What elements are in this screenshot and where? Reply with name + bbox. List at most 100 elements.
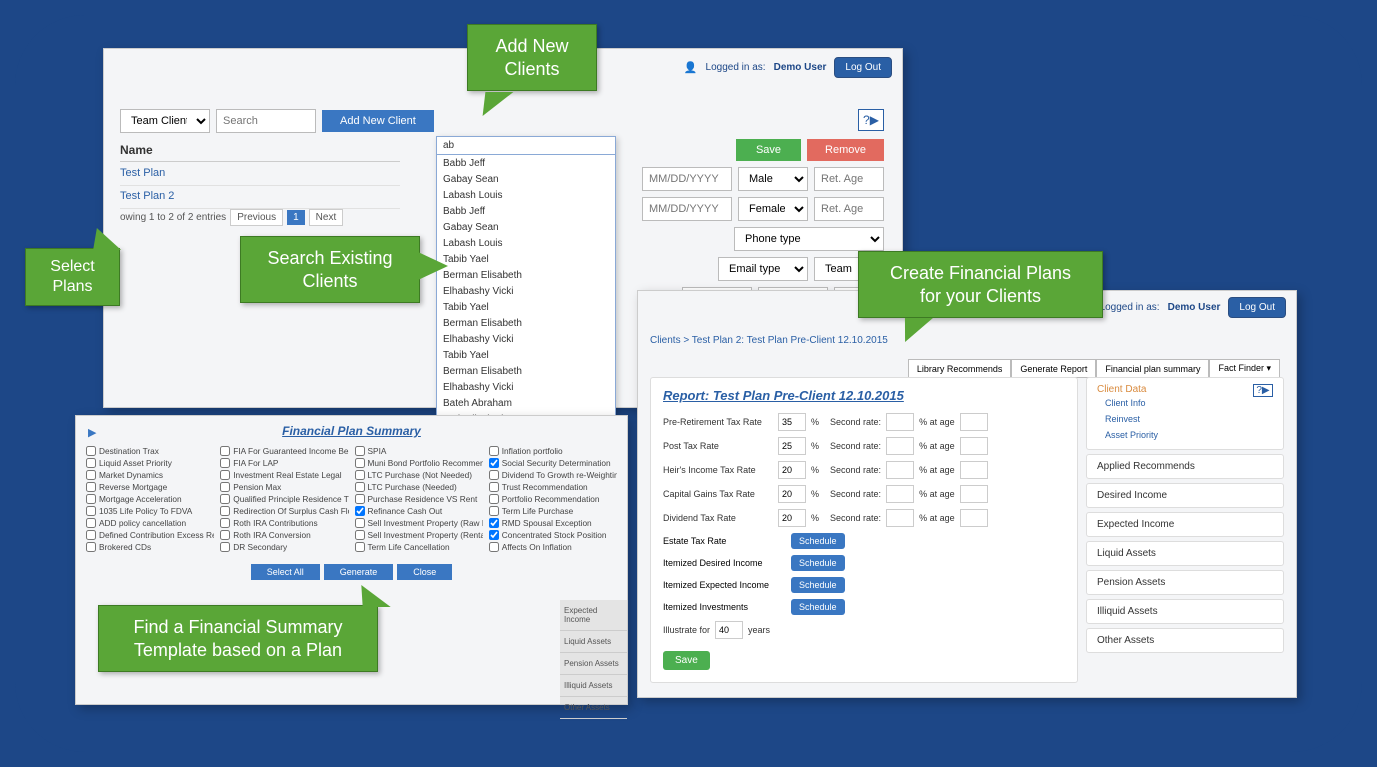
client-filter-select[interactable]: Team Clients [120,109,210,133]
search-option[interactable]: Elhabashy Vicki [437,283,615,299]
check-icon[interactable] [220,530,230,540]
side-item[interactable]: Expected Income [1086,512,1284,537]
check-icon[interactable] [355,506,365,516]
summary-check-item[interactable]: Market Dynamics [86,470,214,480]
retage1-input[interactable] [814,167,884,191]
search-option[interactable]: Babb Jeff [437,203,615,219]
dob2-input[interactable] [642,197,732,221]
search-option[interactable]: Labash Louis [437,235,615,251]
search-option[interactable]: Gabay Sean [437,171,615,187]
check-icon[interactable] [220,446,230,456]
summary-check-item[interactable]: Purchase Residence VS Rent [355,494,483,504]
schedule-button[interactable]: Schedule [791,533,845,549]
check-icon[interactable] [86,458,96,468]
side-sub-link[interactable]: Reinvest [1097,411,1273,427]
dob1-input[interactable] [642,167,732,191]
summary-check-item[interactable]: Portfolio Recommendation [489,494,617,504]
plan-row[interactable]: Test Plan 2 [120,184,400,209]
side-item[interactable]: Illiquid Assets [1086,599,1284,624]
illustrate-years-input[interactable] [715,621,743,639]
summary-check-item[interactable]: Inflation portfolio [489,446,617,456]
side-item[interactable]: Pension Assets [1086,570,1284,595]
select-all-button[interactable]: Select All [251,564,320,580]
generate-button[interactable]: Generate [324,564,394,580]
summary-check-item[interactable]: Pension Max [220,482,348,492]
tab-button[interactable]: Financial plan summary [1096,359,1209,378]
add-new-client-button[interactable]: Add New Client [322,110,434,132]
check-icon[interactable] [489,530,499,540]
summary-check-item[interactable]: 1035 Life Policy To FDVA [86,506,214,516]
search-dropdown-value[interactable]: ab [437,137,615,155]
summary-check-item[interactable]: LTC Purchase (Needed) [355,482,483,492]
age-input[interactable] [960,437,988,455]
summary-check-item[interactable]: Social Security Determination [489,458,617,468]
check-icon[interactable] [489,470,499,480]
tab-button[interactable]: Fact Finder ▾ [1209,359,1280,378]
tab-button[interactable]: Generate Report [1011,359,1096,378]
check-icon[interactable] [489,518,499,528]
check-icon[interactable] [355,530,365,540]
rate-input[interactable] [778,485,806,503]
breadcrumb[interactable]: Clients > Test Plan 2: Test Plan Pre-Cli… [650,335,888,346]
summary-check-item[interactable]: Concentrated Stock Position [489,530,617,540]
check-icon[interactable] [86,470,96,480]
summary-check-item[interactable]: DR Secondary [220,542,348,552]
check-icon[interactable] [220,518,230,528]
search-option[interactable]: Berman Elisabeth [437,267,615,283]
search-option[interactable]: Tabib Yael [437,347,615,363]
check-icon[interactable] [86,494,96,504]
check-icon[interactable] [489,482,499,492]
check-icon[interactable] [220,458,230,468]
second-rate-input[interactable] [886,437,914,455]
second-rate-input[interactable] [886,413,914,431]
check-icon[interactable] [220,506,230,516]
pager-next[interactable]: Next [309,209,344,226]
summary-check-item[interactable]: Redirection Of Surplus Cash Flow [220,506,348,516]
side-item[interactable]: Liquid Assets [1086,541,1284,566]
side-sub-link[interactable]: Client Info [1097,395,1273,411]
check-icon[interactable] [355,446,365,456]
help-button[interactable]: ?▶ [858,109,884,131]
client-data-header[interactable]: Client Data?▶Client InfoReinvestAsset Pr… [1086,377,1284,450]
second-rate-input[interactable] [886,461,914,479]
second-rate-input[interactable] [886,509,914,527]
emailtype-select[interactable]: Email type [718,257,808,281]
check-icon[interactable] [355,470,365,480]
search-option[interactable]: Babb Jeff [437,155,615,171]
rate-input[interactable] [778,437,806,455]
check-icon[interactable] [355,482,365,492]
search-option[interactable]: Tabib Yael [437,251,615,267]
schedule-button[interactable]: Schedule [791,577,845,593]
check-icon[interactable] [489,506,499,516]
help-button[interactable]: ?▶ [1253,384,1273,397]
side-item[interactable]: Applied Recommends [1086,454,1284,479]
summary-check-item[interactable]: Sell Investment Property (Raw Land) [355,518,483,528]
search-option[interactable]: Bateh Abraham [437,395,615,411]
side-item[interactable]: Desired Income [1086,483,1284,508]
search-option[interactable]: Elhabashy Vicki [437,331,615,347]
age-input[interactable] [960,461,988,479]
check-icon[interactable] [86,542,96,552]
summary-check-item[interactable]: Refinance Cash Out [355,506,483,516]
summary-check-item[interactable]: Roth IRA Contributions [220,518,348,528]
check-icon[interactable] [355,494,365,504]
schedule-button[interactable]: Schedule [791,555,845,571]
check-icon[interactable] [86,446,96,456]
check-icon[interactable] [86,482,96,492]
rate-input[interactable] [778,413,806,431]
check-icon[interactable] [489,494,499,504]
save-plan-button[interactable]: Save [663,651,710,670]
check-icon[interactable] [355,542,365,552]
check-icon[interactable] [355,518,365,528]
summary-check-item[interactable]: Dividend To Growth re-Weighting [489,470,617,480]
side-sub-link[interactable]: Asset Priority [1097,427,1273,443]
summary-check-item[interactable]: Affects On Inflation [489,542,617,552]
summary-check-item[interactable]: Term Life Cancellation [355,542,483,552]
search-input[interactable] [216,109,316,133]
plan-row[interactable]: Test Plan [120,161,400,186]
age-input[interactable] [960,509,988,527]
search-option[interactable]: Elhabashy Vicki [437,379,615,395]
check-icon[interactable] [489,458,499,468]
rate-input[interactable] [778,509,806,527]
check-icon[interactable] [220,482,230,492]
